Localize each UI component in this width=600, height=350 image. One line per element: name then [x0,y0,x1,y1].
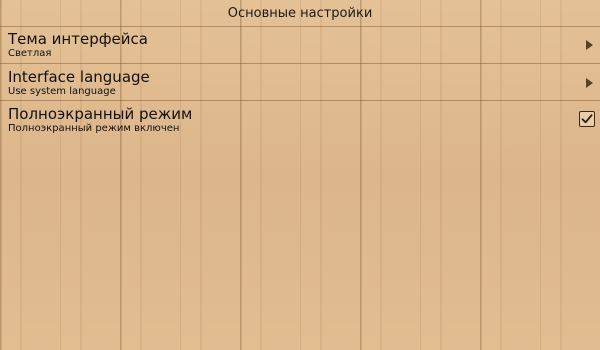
setting-summary: Светлая [8,48,52,59]
checkmark-icon [581,114,593,124]
setting-summary: Полноэкранный режим включен [8,123,180,134]
setting-title: Тема интерфейса [8,30,148,48]
setting-title: Полноэкранный режим [8,105,193,123]
setting-summary: Use system language [8,86,116,97]
setting-item-fullscreen[interactable]: Полноэкранный режим Полноэкранный режим … [0,102,600,140]
setting-item-theme[interactable]: Тема интерфейса Светлая [0,27,600,64]
chevron-right-icon [586,78,593,88]
page-title: Основные настройки [227,5,373,21]
setting-item-language[interactable]: Interface language Use system language [0,65,600,101]
fullscreen-checkbox[interactable] [579,111,595,127]
chevron-right-icon [586,40,593,50]
setting-title: Interface language [8,68,150,86]
top-bar: Основные настройки [0,0,600,27]
